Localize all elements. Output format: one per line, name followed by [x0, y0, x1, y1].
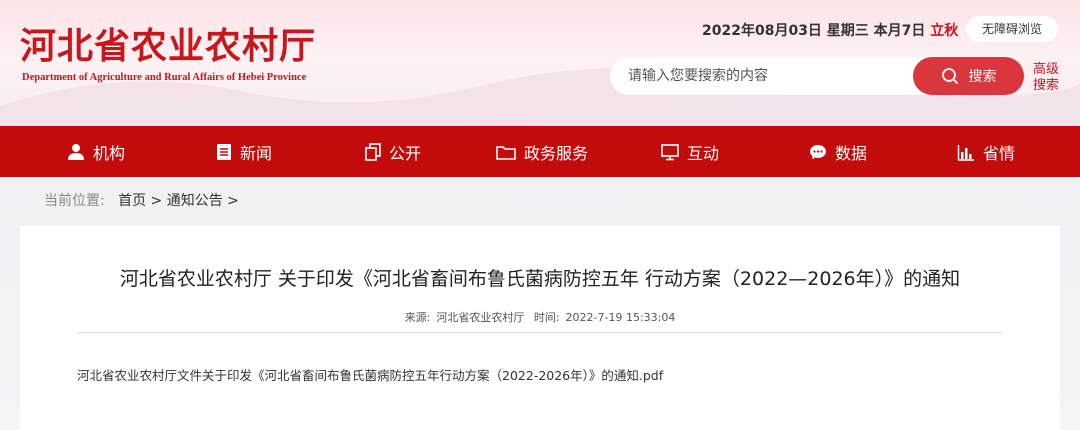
time-value: 2022-7-19 15:33:04 — [565, 311, 676, 324]
nav-label: 机构 — [93, 143, 126, 163]
article-card: 河北省农业农村厅 关于印发《河北省畜间布鲁氏菌病防控五年 行动方案（2022—2… — [20, 226, 1060, 430]
attachment-link[interactable]: 河北省农业农村厅文件关于印发《河北省畜间布鲁氏菌病防控五年行动方案（2022-2… — [77, 365, 663, 384]
solar-term: 立秋 — [930, 23, 959, 39]
accessibility-button[interactable]: 无障碍浏览 — [966, 16, 1058, 42]
article-title: 河北省农业农村厅 关于印发《河北省畜间布鲁氏菌病防控五年 行动方案（2022—2… — [119, 268, 961, 290]
breadcrumb: 当前位置: 首页 > 通知公告 > — [44, 190, 239, 210]
nav-label: 省情 — [983, 143, 1016, 163]
bar-chart-icon — [957, 144, 974, 161]
search-button-label: 搜索 — [968, 69, 997, 85]
advanced-search-link[interactable]: 高级搜索 — [1033, 62, 1061, 94]
nav-label: 新闻 — [240, 143, 273, 163]
nav-item-interact[interactable]: 互动 — [661, 126, 719, 177]
nav-label: 互动 — [687, 143, 720, 163]
nav-label: 政务服务 — [524, 143, 589, 163]
source-label: 来源: — [404, 311, 431, 324]
divider — [77, 332, 1002, 333]
monitor-icon — [661, 143, 679, 160]
nav-item-services[interactable]: 政务服务 — [496, 126, 588, 177]
site-logo-title[interactable]: 河北省农业农村厅 — [20, 26, 316, 66]
site-logo-subtitle: Department of Agriculture and Rural Affa… — [22, 72, 307, 83]
source-value: 河北省农业农村厅 — [436, 311, 525, 324]
breadcrumb-home-link[interactable]: 首页 — [118, 193, 146, 209]
breadcrumb-separator: > — [227, 193, 239, 209]
breadcrumb-prefix: 当前位置: — [44, 193, 105, 209]
nav-item-province[interactable]: 省情 — [957, 126, 1015, 177]
chat-icon — [810, 144, 826, 159]
breadcrumb-separator: > — [150, 193, 163, 209]
date-text: 2022年08月03日 星期三 本月7日 — [702, 23, 926, 39]
breadcrumb-section-link[interactable]: 通知公告 — [167, 193, 223, 209]
person-icon — [68, 143, 84, 160]
nav-label: 数据 — [835, 143, 868, 163]
nav-label: 公开 — [389, 143, 422, 163]
nav-item-news[interactable]: 新闻 — [216, 126, 272, 177]
folder-icon — [496, 145, 516, 160]
search-box: 搜索 — [610, 57, 1024, 95]
main-nav: 机构 新闻 公开 政务服务 互动 数据 省情 — [0, 126, 1080, 177]
nav-item-public[interactable]: 公开 — [365, 126, 421, 177]
nav-item-data[interactable]: 数据 — [809, 126, 867, 177]
nav-item-org[interactable]: 机构 — [67, 126, 125, 177]
news-icon — [217, 143, 231, 160]
search-input[interactable] — [628, 57, 908, 95]
time-label: 时间: — [533, 311, 560, 324]
article-meta: 来源: 河北省农业农村厅 时间: 2022-7-19 15:33:04 — [20, 309, 1060, 325]
date-display: 2022年08月03日 星期三 本月7日 立秋 — [702, 20, 958, 40]
search-button[interactable]: 搜索 — [913, 57, 1024, 95]
search-icon — [941, 68, 958, 84]
site-header: 河北省农业农村厅 Department of Agriculture and R… — [0, 0, 1080, 126]
copy-icon — [365, 142, 381, 161]
